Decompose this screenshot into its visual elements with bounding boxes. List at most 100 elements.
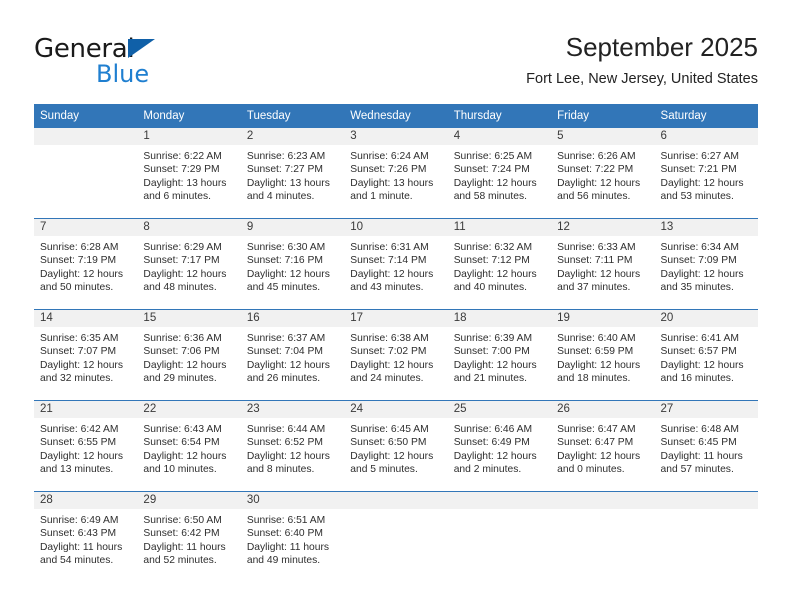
day-cell-27[interactable]: 27 Sunrise: 6:48 AM Sunset: 6:45 PM Dayligh… [654,401,758,491]
weekday-header-sunday: Sunday [40,110,80,122]
day-sunrise-text: Sunrise: 6:41 AM [660,333,739,344]
day-number: 12 [551,219,655,236]
day-sunrise-text: Sunrise: 6:42 AM [40,424,119,435]
day-details: Sunrise: 6:30 AM Sunset: 7:16 PM Daylight:… [241,236,344,295]
day-details: Sunrise: 6:39 AM Sunset: 7:00 PM Daylight:… [448,327,551,386]
day-cell-23[interactable]: 23 Sunrise: 6:44 AM Sunset: 6:52 PM Dayligh… [240,401,345,491]
day-daylight-a-text: Daylight: 12 hours [143,359,227,371]
day-daylight-a-text: Daylight: 11 hours [246,541,330,553]
day-cell-13[interactable]: 13 Sunrise: 6:34 AM Sunset: 7:09 PM Dayligh… [654,219,758,309]
day-sunset-text: Sunset: 7:04 PM [246,346,323,358]
day-daylight-a-text: Daylight: 11 hours [40,541,123,553]
logo-triangle-icon [128,39,155,58]
day-cell-5[interactable]: 5 Sunrise: 6:26 AM Sunset: 7:22 PM Daylight… [551,128,655,218]
weekday-header-tuesday: Tuesday [246,110,291,122]
day-cell-22[interactable]: 22 Sunrise: 6:43 AM Sunset: 6:54 PM Dayligh… [137,401,241,491]
day-sunrise-text: Sunrise: 6:27 AM [660,151,739,162]
calendar-week-row: 1 Sunrise: 6:22 AM Sunset: 7:29 PM Daylight… [34,128,758,218]
day-sunrise-text: Sunrise: 6:38 AM [350,333,429,344]
day-daylight-a-text: Daylight: 12 hours [40,268,123,280]
day-sunset-text: Sunset: 7:16 PM [246,255,323,267]
day-number: 26 [551,401,655,418]
day-number: 21 [34,401,138,418]
day-daylight-b-text: and 6 minutes. [143,191,211,203]
day-cell-20[interactable]: 20 Sunrise: 6:41 AM Sunset: 6:57 PM Dayligh… [654,310,758,400]
day-number [344,492,448,509]
day-cell-1[interactable]: 1 Sunrise: 6:22 AM Sunset: 7:29 PM Daylight… [137,128,241,218]
day-cell-17[interactable]: 17 Sunrise: 6:38 AM Sunset: 7:02 PM Dayligh… [344,310,448,400]
day-number: 27 [654,401,758,418]
day-cell-29[interactable]: 29 Sunrise: 6:50 AM Sunset: 6:42 PM Dayligh… [137,492,241,582]
day-cell-28[interactable]: 28 Sunrise: 6:49 AM Sunset: 6:43 PM Dayligh… [34,492,138,582]
calendar-week-row: 7 Sunrise: 6:28 AM Sunset: 7:19 PM Daylight… [34,218,758,309]
day-sunset-text: Sunset: 6:55 PM [40,437,117,449]
day-sunrise-text: Sunrise: 6:32 AM [453,242,533,253]
day-sunset-text: Sunset: 7:27 PM [246,164,323,176]
day-details: Sunrise: 6:31 AM Sunset: 7:14 PM Daylight:… [344,236,447,295]
day-daylight-a-text: Daylight: 12 hours [350,268,434,280]
day-daylight-b-text: and 5 minutes. [350,464,418,476]
day-sunset-text: Sunset: 7:24 PM [453,164,530,176]
day-cell-empty [344,492,448,582]
day-sunrise-text: Sunrise: 6:39 AM [453,333,533,344]
day-daylight-b-text: and 13 minutes. [40,464,114,476]
day-cell-4[interactable]: 4 Sunrise: 6:25 AM Sunset: 7:24 PM Daylight… [447,128,552,218]
calendar-week-row: 28 Sunrise: 6:49 AM Sunset: 6:43 PM Dayligh… [34,491,758,582]
day-sunrise-text: Sunrise: 6:48 AM [660,424,739,435]
day-details: Sunrise: 6:23 AM Sunset: 7:27 PM Daylight:… [241,145,344,204]
day-details: Sunrise: 6:50 AM Sunset: 6:42 PM Daylight:… [137,509,240,568]
day-daylight-b-text: and 18 minutes. [557,373,631,385]
day-cell-8[interactable]: 8 Sunrise: 6:29 AM Sunset: 7:17 PM Daylight… [137,219,241,309]
day-cell-25[interactable]: 25 Sunrise: 6:46 AM Sunset: 6:49 PM Dayligh… [447,401,552,491]
day-sunrise-text: Sunrise: 6:50 AM [143,515,222,526]
day-sunset-text: Sunset: 6:54 PM [143,437,220,449]
day-details: Sunrise: 6:40 AM Sunset: 6:59 PM Daylight:… [551,327,654,386]
day-sunrise-text: Sunrise: 6:51 AM [246,515,326,526]
day-cell-26[interactable]: 26 Sunrise: 6:47 AM Sunset: 6:47 PM Dayligh… [551,401,655,491]
day-daylight-b-text: and 57 minutes. [660,464,734,476]
day-cell-24[interactable]: 24 Sunrise: 6:45 AM Sunset: 6:50 PM Dayligh… [344,401,448,491]
day-cell-16[interactable]: 16 Sunrise: 6:37 AM Sunset: 7:04 PM Dayligh… [240,310,345,400]
day-cell-10[interactable]: 10 Sunrise: 6:31 AM Sunset: 7:14 PM Dayligh… [344,219,448,309]
day-cell-14[interactable]: 14 Sunrise: 6:35 AM Sunset: 7:07 PM Dayligh… [34,310,138,400]
day-daylight-a-text: Daylight: 12 hours [557,359,641,371]
day-daylight-a-text: Daylight: 12 hours [246,268,330,280]
day-daylight-a-text: Daylight: 12 hours [143,268,227,280]
day-number [551,492,655,509]
day-cell-7[interactable]: 7 Sunrise: 6:28 AM Sunset: 7:19 PM Daylight… [34,219,138,309]
day-cell-2[interactable]: 2 Sunrise: 6:23 AM Sunset: 7:27 PM Daylight… [240,128,345,218]
day-cell-empty [34,128,138,218]
day-daylight-b-text: and 58 minutes. [453,191,527,203]
day-cell-3[interactable]: 3 Sunrise: 6:24 AM Sunset: 7:26 PM Daylight… [344,128,448,218]
day-number: 4 [447,128,552,145]
day-daylight-a-text: Daylight: 12 hours [453,450,537,462]
day-cell-21[interactable]: 21 Sunrise: 6:42 AM Sunset: 6:55 PM Dayligh… [34,401,138,491]
day-cell-12[interactable]: 12 Sunrise: 6:33 AM Sunset: 7:11 PM Dayligh… [551,219,655,309]
day-daylight-a-text: Daylight: 12 hours [350,450,434,462]
day-cell-18[interactable]: 18 Sunrise: 6:39 AM Sunset: 7:00 PM Dayligh… [447,310,552,400]
day-number: 20 [654,310,758,327]
day-details: Sunrise: 6:43 AM Sunset: 6:54 PM Daylight:… [137,418,240,477]
day-cell-6[interactable]: 6 Sunrise: 6:27 AM Sunset: 7:21 PM Daylight… [654,128,758,218]
day-sunset-text: Sunset: 7:09 PM [660,255,737,267]
day-number: 1 [137,128,241,145]
day-cell-11[interactable]: 11 Sunrise: 6:32 AM Sunset: 7:12 PM Dayligh… [447,219,552,309]
weekday-header-friday: Friday [557,110,590,122]
day-number: 8 [137,219,241,236]
day-daylight-b-text: and 21 minutes. [453,373,527,385]
day-sunset-text: Sunset: 7:00 PM [453,346,530,358]
day-details: Sunrise: 6:25 AM Sunset: 7:24 PM Daylight:… [448,145,551,204]
day-details: Sunrise: 6:44 AM Sunset: 6:52 PM Daylight:… [241,418,344,477]
day-number: 30 [240,492,345,509]
day-daylight-b-text: and 37 minutes. [557,282,631,294]
day-daylight-b-text: and 8 minutes. [246,464,315,476]
day-sunset-text: Sunset: 6:40 PM [246,528,323,540]
day-cell-15[interactable]: 15 Sunrise: 6:36 AM Sunset: 7:06 PM Dayligh… [137,310,241,400]
day-cell-19[interactable]: 19 Sunrise: 6:40 AM Sunset: 6:59 PM Dayligh… [551,310,655,400]
day-cell-9[interactable]: 9 Sunrise: 6:30 AM Sunset: 7:16 PM Daylight… [240,219,345,309]
day-details: Sunrise: 6:46 AM Sunset: 6:49 PM Daylight:… [448,418,551,477]
day-details: Sunrise: 6:24 AM Sunset: 7:26 PM Daylight:… [344,145,447,204]
general-blue-logo[interactable]: General Blue [34,34,254,90]
day-daylight-a-text: Daylight: 12 hours [660,177,744,189]
day-cell-30[interactable]: 30 Sunrise: 6:51 AM Sunset: 6:40 PM Dayligh… [240,492,345,582]
